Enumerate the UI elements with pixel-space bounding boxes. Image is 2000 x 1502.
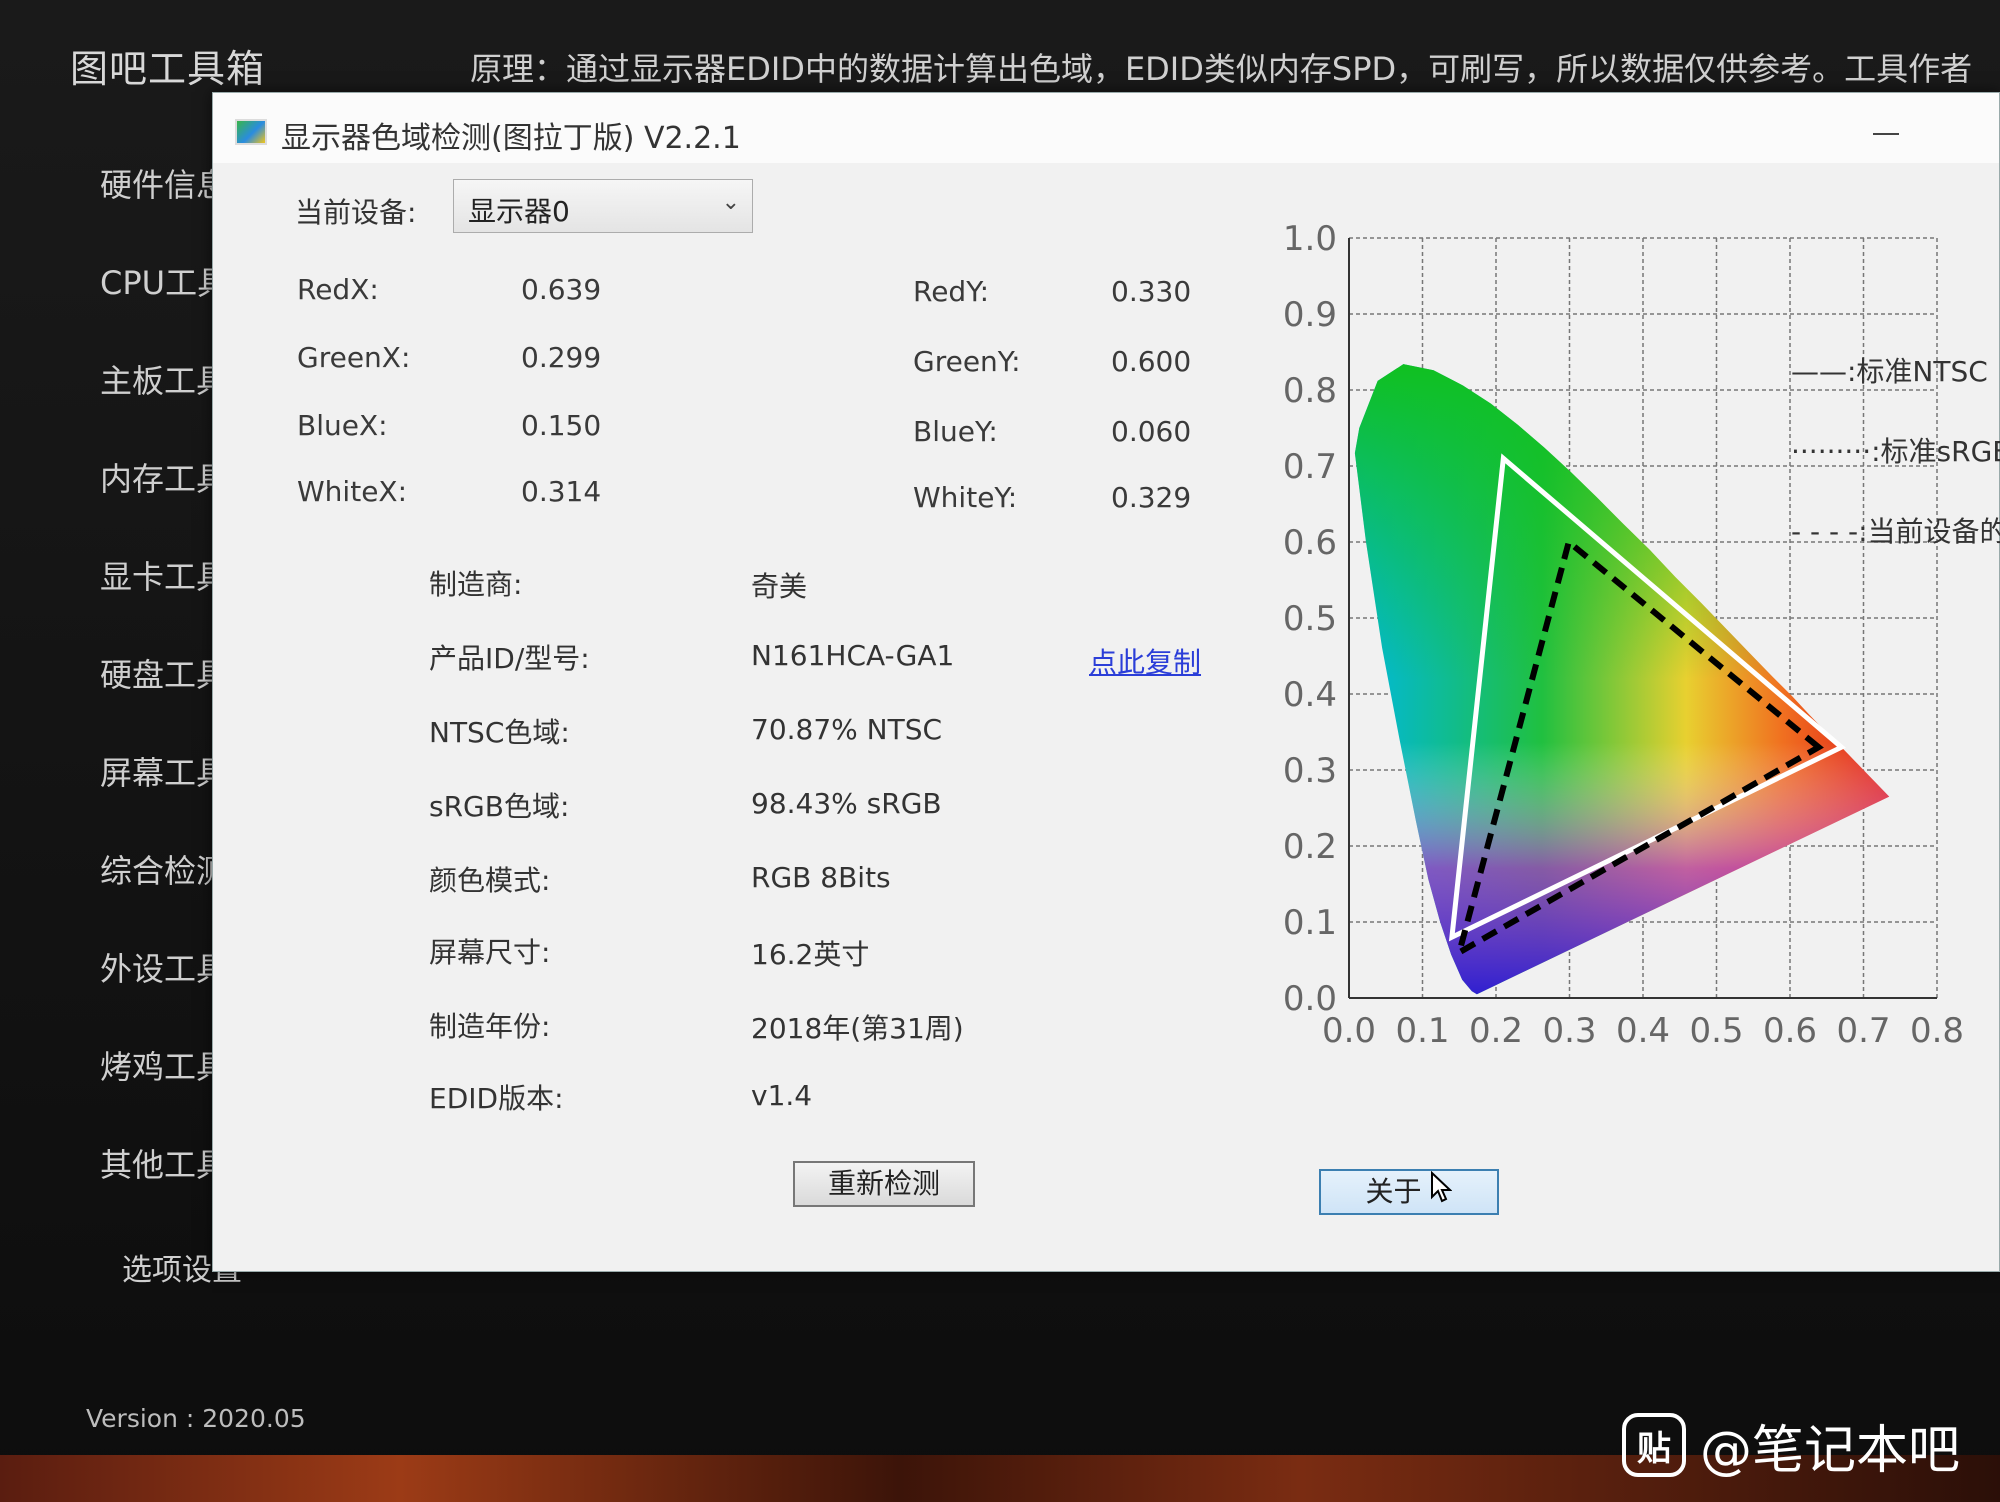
white-y-label: WhiteY: bbox=[913, 481, 1018, 514]
x-tick-label: 0.7 bbox=[1836, 1011, 1890, 1051]
red-x-value: 0.639 bbox=[521, 273, 602, 306]
legend-current-device: - - - -:当前设备的 bbox=[1791, 515, 2000, 548]
y-tick-label: 0.4 bbox=[1283, 675, 1337, 715]
spectral-locus-green-overlay bbox=[1354, 364, 1890, 995]
x-tick-label: 0.0 bbox=[1322, 1011, 1376, 1051]
green-x-label: GreenX: bbox=[297, 341, 411, 374]
version-label: Version : 2020.05 bbox=[86, 1404, 306, 1433]
screen-size-value: 16.2英寸 bbox=[751, 938, 870, 971]
screen: 图吧工具箱 原理：通过显示器EDID中的数据计算出色域，EDID类似内存SPD，… bbox=[0, 0, 2000, 1502]
srgb-label: sRGB色域: bbox=[429, 790, 570, 823]
tieba-logo-icon: 贴 bbox=[1622, 1413, 1686, 1477]
legend-ntsc: ——:标准NTSC bbox=[1791, 355, 1988, 388]
blue-y-label: BlueY: bbox=[913, 415, 998, 448]
manufacture-year-label: 制造年份: bbox=[429, 1010, 551, 1043]
y-tick-label: 1.0 bbox=[1283, 219, 1337, 259]
white-x-label: WhiteX: bbox=[297, 475, 408, 508]
dialog-title: 显示器色域检测(图拉丁版) V2.2.1 bbox=[281, 121, 741, 156]
ntsc-value: 70.87% NTSC bbox=[751, 713, 943, 746]
watermark-text: @笔记本吧 bbox=[1700, 1420, 1961, 1481]
minimize-button[interactable] bbox=[1861, 111, 1911, 151]
spectral-locus bbox=[1354, 364, 1890, 995]
ntsc-label: NTSC色域: bbox=[429, 716, 570, 749]
green-y-label: GreenY: bbox=[913, 345, 1021, 378]
y-tick-label: 0.5 bbox=[1283, 599, 1337, 639]
manufacturer-label: 制造商: bbox=[429, 568, 523, 601]
green-y-value: 0.600 bbox=[1111, 345, 1192, 378]
product-id-label: 产品ID/型号: bbox=[429, 642, 590, 675]
product-id-value: N161HCA-GA1 bbox=[751, 639, 955, 672]
blue-y-value: 0.060 bbox=[1111, 415, 1192, 448]
manufacture-year-value: 2018年(第31周) bbox=[751, 1012, 964, 1045]
spectral-locus-purple-overlay bbox=[1354, 364, 1890, 995]
x-tick-label: 0.3 bbox=[1542, 1011, 1596, 1051]
background-app-notice: 原理：通过显示器EDID中的数据计算出色域，EDID类似内存SPD，可刷写，所以… bbox=[470, 50, 1973, 88]
x-tick-label: 0.2 bbox=[1469, 1011, 1523, 1051]
device-gamut-triangle bbox=[1454, 536, 1824, 959]
red-y-value: 0.330 bbox=[1111, 275, 1192, 308]
about-button[interactable]: 关于 bbox=[1319, 1169, 1499, 1215]
screen-size-label: 屏幕尺寸: bbox=[429, 936, 551, 969]
x-tick-label: 0.4 bbox=[1616, 1011, 1670, 1051]
srgb-value: 98.43% sRGB bbox=[751, 787, 942, 820]
color-mode-value: RGB 8Bits bbox=[751, 861, 891, 894]
green-x-value: 0.299 bbox=[521, 341, 602, 374]
x-tick-label: 0.1 bbox=[1395, 1011, 1449, 1051]
device-label: 当前设备: bbox=[295, 196, 417, 229]
edid-version-label: EDID版本: bbox=[429, 1082, 564, 1115]
manufacturer-value: 奇美 bbox=[751, 570, 808, 603]
white-y-value: 0.329 bbox=[1111, 481, 1192, 514]
chevron-down-icon: ⌄ bbox=[721, 190, 740, 215]
y-tick-label: 0.8 bbox=[1283, 371, 1337, 411]
y-tick-label: 0.0 bbox=[1283, 979, 1337, 1019]
redetect-button[interactable]: 重新检测 bbox=[793, 1161, 975, 1207]
about-button-label: 关于 bbox=[1365, 1175, 1422, 1208]
legend-srgb: ·········:标准sRGB bbox=[1791, 435, 2000, 468]
ntsc-gamut-triangle bbox=[1448, 453, 1846, 942]
color-mode-label: 颜色模式: bbox=[429, 864, 551, 897]
white-x-value: 0.314 bbox=[521, 475, 602, 508]
mouse-cursor-icon bbox=[1430, 1170, 1453, 1215]
gamut-dialog: 显示器色域检测(图拉丁版) V2.2.1 当前设备: 显示器0 ⌄ RedX: … bbox=[212, 92, 2000, 1272]
y-tick-label: 0.6 bbox=[1283, 523, 1337, 563]
y-tick-label: 0.2 bbox=[1283, 827, 1337, 867]
blue-x-value: 0.150 bbox=[521, 409, 602, 442]
blue-x-label: BlueX: bbox=[297, 409, 388, 442]
y-tick-label: 0.1 bbox=[1283, 903, 1337, 943]
x-tick-label: 0.6 bbox=[1763, 1011, 1817, 1051]
red-y-label: RedY: bbox=[913, 275, 990, 308]
app-icon bbox=[235, 119, 267, 145]
x-tick-label: 0.5 bbox=[1689, 1011, 1743, 1051]
device-select[interactable]: 显示器0 ⌄ bbox=[453, 179, 753, 233]
copy-link[interactable]: 点此复制 bbox=[1089, 641, 1201, 681]
watermark: 贴 @笔记本吧 bbox=[1622, 1410, 1961, 1481]
edid-version-value: v1.4 bbox=[751, 1079, 813, 1112]
y-tick-label: 0.7 bbox=[1283, 447, 1337, 487]
device-select-value: 显示器0 bbox=[468, 195, 570, 228]
y-tick-label: 0.3 bbox=[1283, 751, 1337, 791]
dialog-titlebar[interactable]: 显示器色域检测(图拉丁版) V2.2.1 bbox=[213, 93, 1999, 163]
red-x-label: RedX: bbox=[297, 273, 379, 306]
y-tick-label: 0.9 bbox=[1283, 295, 1337, 335]
background-app-title: 图吧工具箱 bbox=[70, 47, 266, 91]
x-tick-label: 0.8 bbox=[1910, 1011, 1964, 1051]
